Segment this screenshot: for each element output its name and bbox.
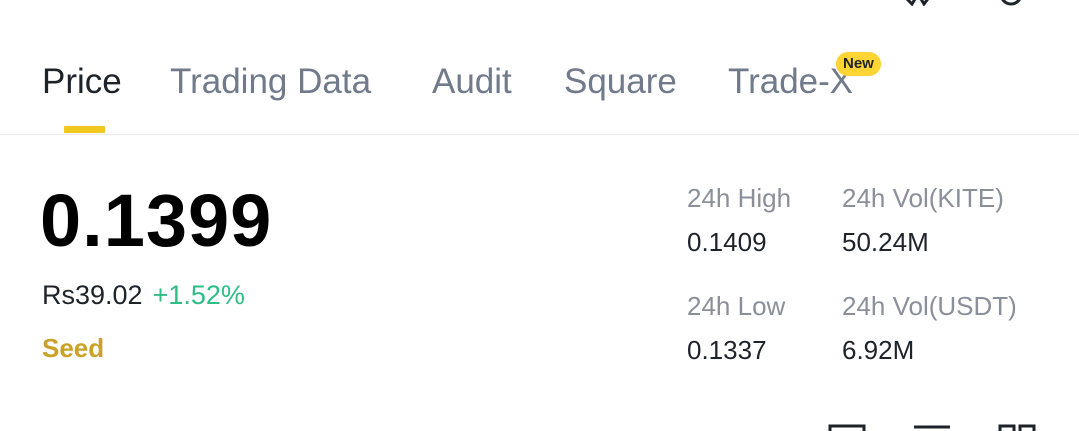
price-subline: Rs39.02 +1.52% xyxy=(42,280,245,311)
more-icon[interactable] xyxy=(996,0,1026,6)
vol-quote-label: 24h Vol(USDT) xyxy=(842,291,1017,321)
vol-quote-value: 6.92M xyxy=(842,335,915,365)
grid-icon[interactable] xyxy=(998,424,1036,431)
list-icon[interactable] xyxy=(912,424,952,431)
active-tab-indicator xyxy=(64,126,105,133)
tab-bar: Price Trading Data Audit Square Trade-X … xyxy=(0,52,1079,135)
share-icon[interactable] xyxy=(900,0,934,6)
tab-trade-x[interactable]: Trade-X xyxy=(728,62,853,102)
high-label: 24h High xyxy=(687,183,792,213)
low-value: 0.1337 xyxy=(687,335,767,365)
tab-square[interactable]: Square xyxy=(564,62,677,102)
price-change: +1.52% xyxy=(152,280,245,310)
low-label: 24h Low xyxy=(687,291,786,321)
vol-base-label: 24h Vol(KITE) xyxy=(842,183,1004,213)
tab-audit[interactable]: Audit xyxy=(432,62,512,102)
chart-toolbar xyxy=(0,420,1079,431)
tab-price[interactable]: Price xyxy=(42,62,122,102)
chart-style-icon[interactable] xyxy=(828,424,866,431)
star-icon[interactable] xyxy=(812,0,842,6)
top-toolbar xyxy=(0,0,1079,6)
high-value: 0.1409 xyxy=(687,227,767,257)
tab-trading-data[interactable]: Trading Data xyxy=(170,62,371,102)
fiat-price: Rs39.02 xyxy=(42,280,143,310)
new-badge: New xyxy=(836,52,881,76)
seed-tag[interactable]: Seed xyxy=(42,333,104,364)
last-price: 0.1399 xyxy=(40,179,273,262)
vol-base-value: 50.24M xyxy=(842,227,929,257)
